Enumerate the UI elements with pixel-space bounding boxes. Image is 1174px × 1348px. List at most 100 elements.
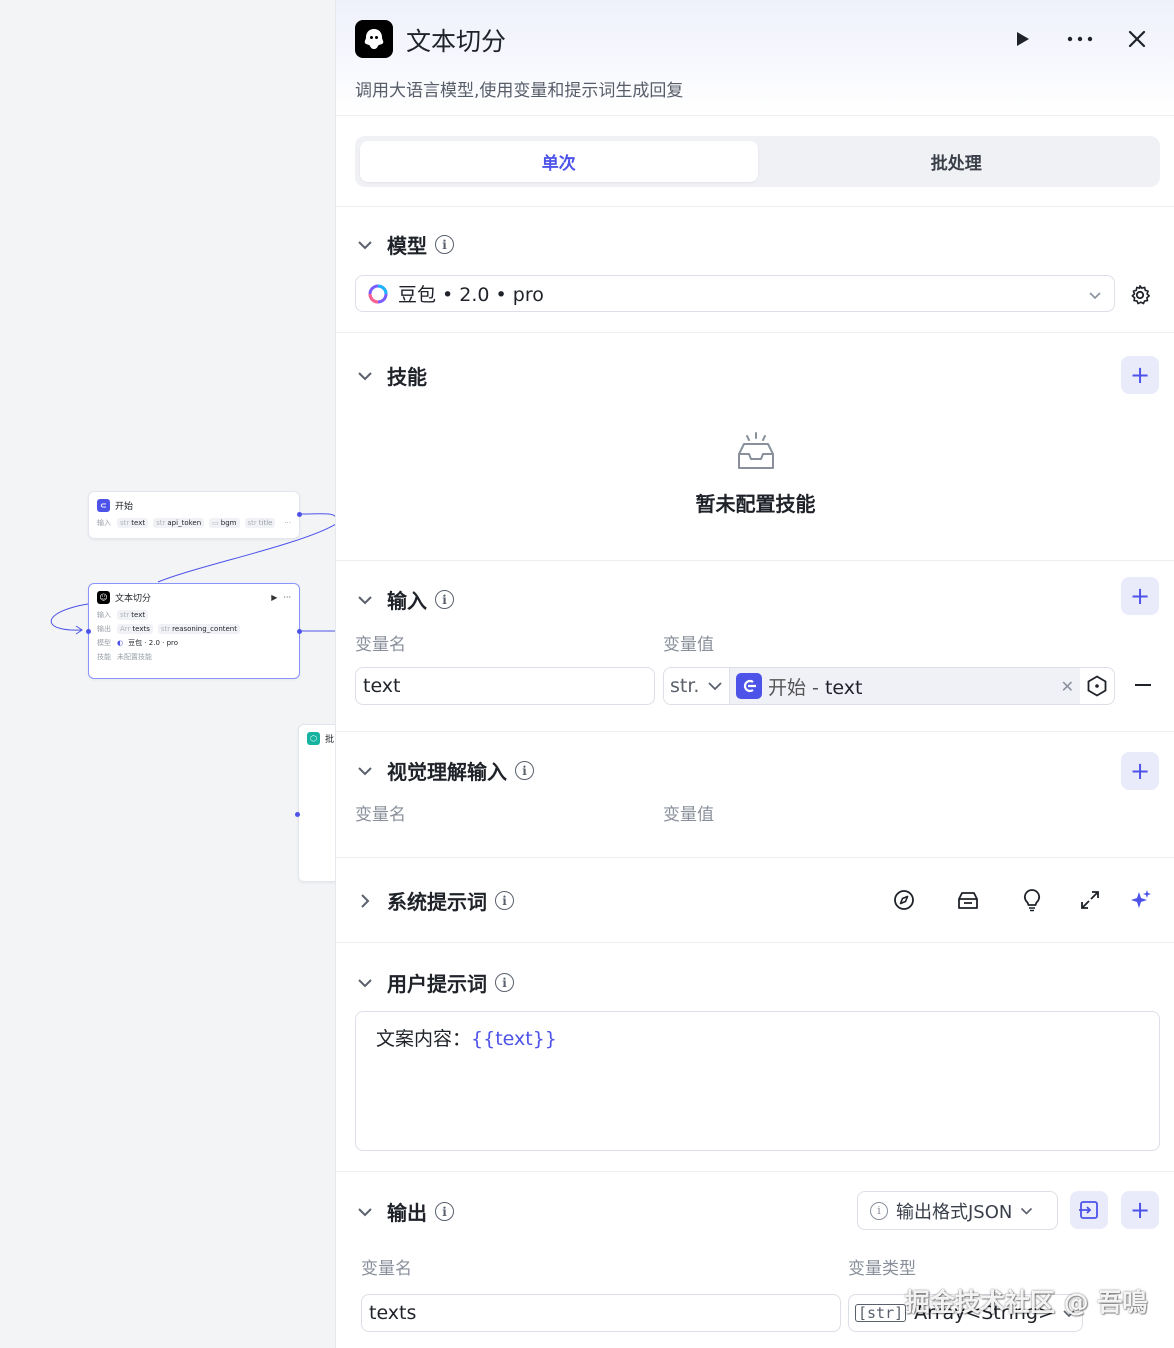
info-icon[interactable]: i [515, 761, 534, 780]
panel-description: 调用大语言模型,使用变量和提示词生成回复 [355, 81, 684, 101]
input-section-title: 输入 [387, 589, 427, 613]
reference-label: 开始 - text [768, 676, 863, 699]
output-format-select[interactable]: i 输出格式JSON [857, 1191, 1058, 1230]
user-prompt-text: 文案内容： [376, 1028, 472, 1050]
system-prompt-title: 系统提示词 [387, 890, 487, 914]
batch-node-title: 批 [325, 735, 335, 745]
skills-section-title: 技能 [387, 365, 427, 389]
split-node[interactable]: ☺ 文本切分 ▶ ··· 输入 str text 输出 Arr texts str r… [88, 583, 300, 679]
bulb-icon[interactable] [1018, 886, 1046, 914]
chevron-down-icon[interactable] [357, 975, 373, 991]
start-field: str api_token [153, 518, 205, 528]
start-node-title: 开始 [115, 502, 134, 512]
more-icon [1067, 36, 1093, 42]
start-node-more[interactable]: ··· [284, 519, 291, 527]
output-format-label: 输出格式JSON [896, 1201, 1013, 1223]
chevron-down-icon [1088, 283, 1102, 305]
model-select[interactable]: 豆包 • 2.0 • pro [355, 275, 1115, 312]
more-button[interactable] [1063, 22, 1097, 56]
workflow-canvas[interactable]: ⊂ 开始 输入 str text str api_token ▭ bgm str tit… [0, 0, 336, 1348]
add-skill-button[interactable]: + [1121, 356, 1159, 394]
info-icon[interactable]: i [495, 891, 514, 910]
tab-single[interactable]: 单次 [360, 141, 758, 182]
play-icon[interactable]: ▶ [271, 593, 277, 602]
split-output-port[interactable] [297, 629, 302, 634]
split-node-more[interactable]: ··· [283, 593, 291, 602]
variable-picker-button[interactable] [1080, 675, 1114, 697]
chevron-down-icon[interactable] [357, 592, 373, 608]
info-icon[interactable]: i [495, 973, 514, 992]
plus-icon: + [1129, 1196, 1151, 1224]
close-button[interactable] [1120, 22, 1154, 56]
model-section-header[interactable]: 模型 i [357, 230, 454, 259]
model-settings-button[interactable] [1126, 281, 1154, 309]
input-var-value-field[interactable]: str. 开始 - text ✕ [663, 667, 1115, 705]
model-logo-icon: ◐ [117, 639, 124, 647]
info-icon[interactable]: i [435, 590, 454, 609]
panel-title: 文本切分 [406, 27, 507, 56]
start-field: ▭ bgm [209, 518, 240, 528]
info-icon[interactable]: i [435, 1202, 454, 1221]
add-output-button[interactable]: + [1121, 1191, 1159, 1229]
doubao-logo-icon [368, 283, 388, 304]
output-var-name-value: texts [369, 1302, 417, 1324]
start-node-icon: ⊂ [97, 499, 110, 512]
divider [336, 560, 1174, 561]
panel-header: 文本切分 调用大语言模型,使用变量和提示词生成回复 [336, 0, 1174, 116]
chevron-down-icon[interactable] [357, 368, 373, 384]
sparkle-icon[interactable] [1127, 886, 1155, 914]
output-var-name-field[interactable]: texts [361, 1294, 841, 1332]
batch-node-icon: ⬡ [307, 732, 320, 745]
split-skill-label: 技能 [97, 653, 111, 661]
empty-box-icon [737, 432, 774, 469]
output-section-header[interactable]: 输出 i [357, 1197, 454, 1226]
expand-icon[interactable] [1076, 886, 1104, 914]
input-var-name-field[interactable]: text [355, 667, 655, 705]
array-string-icon: [str] [855, 1304, 907, 1322]
type-select-value: str. [670, 675, 700, 697]
split-skill-value: 未配置技能 [117, 653, 152, 661]
system-prompt-section-header[interactable]: 系统提示词 i [357, 886, 514, 915]
remove-input-button[interactable] [1131, 673, 1155, 697]
node-logo-icon [355, 20, 393, 58]
library-icon[interactable] [954, 886, 982, 914]
split-model-label: 模型 [97, 639, 111, 647]
input-col-value: 变量值 [663, 635, 714, 655]
user-prompt-editor[interactable]: 文案内容：{{text}} [355, 1011, 1160, 1151]
vision-section-header[interactable]: 视觉理解输入 i [357, 756, 534, 785]
batch-input-port[interactable] [295, 812, 300, 817]
add-vision-input-button[interactable]: + [1121, 752, 1159, 790]
variable-reference[interactable]: 开始 - text ✕ [730, 668, 1080, 704]
split-model-value: 豆包 · 2.0 · pro [128, 639, 179, 647]
vision-section-title: 视觉理解输入 [387, 760, 507, 784]
chevron-down-icon[interactable] [357, 1204, 373, 1220]
chevron-down-icon[interactable] [357, 237, 373, 253]
batch-node[interactable]: ⬡ 批 [298, 724, 336, 882]
info-icon[interactable]: i [435, 235, 454, 254]
import-output-button[interactable] [1070, 1191, 1108, 1229]
vision-col-value: 变量值 [663, 805, 714, 825]
input-section-header[interactable]: 输入 i [357, 585, 454, 614]
type-select[interactable]: str. [664, 668, 730, 704]
start-output-port[interactable] [297, 512, 302, 517]
chevron-down-icon[interactable] [357, 763, 373, 779]
split-input-field: str text [117, 610, 149, 620]
split-input-port[interactable] [86, 629, 91, 634]
split-node-icon: ☺ [97, 591, 110, 604]
chevron-down-icon [708, 682, 722, 691]
skills-section-header[interactable]: 技能 [357, 361, 427, 390]
plus-icon: + [1129, 582, 1151, 610]
input-col-name: 变量名 [355, 635, 406, 655]
divider [336, 206, 1174, 207]
start-node[interactable]: ⊂ 开始 输入 str text str api_token ▭ bgm str tit… [88, 491, 300, 539]
user-prompt-title: 用户提示词 [387, 972, 487, 996]
output-section-title: 输出 [387, 1201, 427, 1225]
add-input-button[interactable]: + [1121, 577, 1159, 615]
compass-icon[interactable] [890, 886, 918, 914]
run-button[interactable] [1005, 22, 1039, 56]
user-prompt-section-header[interactable]: 用户提示词 i [357, 968, 514, 997]
clear-icon[interactable]: ✕ [1061, 677, 1074, 696]
divider [336, 332, 1174, 333]
tab-batch[interactable]: 批处理 [758, 141, 1156, 182]
chevron-right-icon[interactable] [357, 893, 373, 909]
